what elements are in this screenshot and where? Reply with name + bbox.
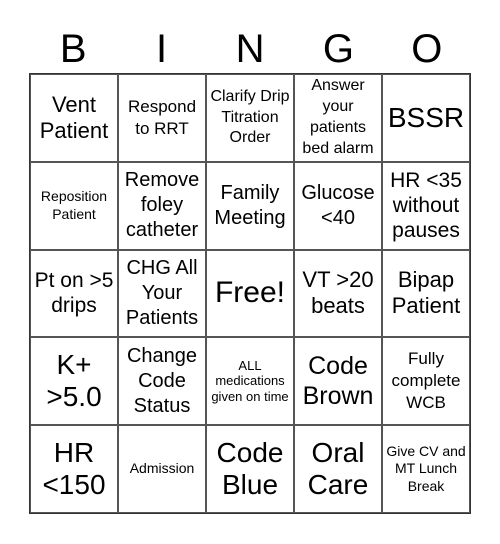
bingo-header: B I N G O: [29, 26, 471, 72]
bingo-cell[interactable]: Pt on >5 drips: [30, 249, 118, 338]
bingo-cell[interactable]: Code Brown: [294, 337, 382, 426]
header-letter-g: G: [322, 27, 354, 71]
header-letter-b: B: [59, 27, 87, 71]
bingo-cell[interactable]: K+ >5.0: [30, 337, 118, 426]
bingo-cell[interactable]: HR <150: [30, 425, 118, 513]
bingo-cell[interactable]: BSSR: [382, 74, 470, 162]
bingo-board: Vent Patient Respond to RRT Clarify Drip…: [29, 73, 471, 514]
bingo-cell[interactable]: Clarify Drip Titration Order: [206, 74, 294, 162]
header-letter-i: I: [156, 27, 168, 71]
header-letter-o: O: [411, 27, 443, 71]
bingo-cell[interactable]: Remove foley catheter: [118, 161, 206, 250]
bingo-cell[interactable]: Fully complete WCB: [382, 337, 470, 426]
bingo-cell[interactable]: Vent Patient: [30, 74, 118, 162]
bingo-cell[interactable]: Glucose <40: [294, 161, 382, 250]
bingo-cell[interactable]: CHG All Your Patients: [118, 249, 206, 338]
bingo-cell[interactable]: Reposition Patient: [30, 161, 118, 250]
bingo-cell[interactable]: VT >20 beats: [294, 249, 382, 338]
bingo-cell[interactable]: HR <35 without pauses: [382, 161, 470, 250]
header-letter-n: N: [235, 27, 265, 71]
bingo-cell[interactable]: Give CV and MT Lunch Break: [382, 425, 470, 513]
bingo-cell[interactable]: Code Blue: [206, 425, 294, 513]
bingo-cell[interactable]: Respond to RRT: [118, 74, 206, 162]
bingo-cell[interactable]: Admission: [118, 425, 206, 513]
bingo-cell[interactable]: Family Meeting: [206, 161, 294, 250]
bingo-cell[interactable]: Bipap Patient: [382, 249, 470, 338]
bingo-cell[interactable]: Answer your patients bed alarm: [294, 74, 382, 162]
bingo-cell[interactable]: Change Code Status: [118, 337, 206, 426]
bingo-cell[interactable]: Oral Care: [294, 425, 382, 513]
bingo-cell[interactable]: ALL medications given on time: [206, 337, 294, 426]
free-space[interactable]: Free!: [206, 249, 294, 338]
